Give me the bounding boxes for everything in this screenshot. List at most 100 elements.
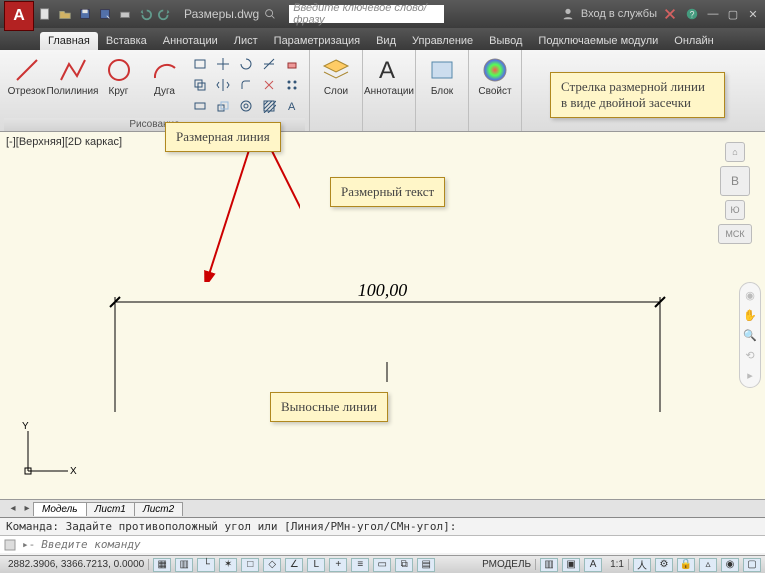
tab-manage[interactable]: Управление [404,32,481,50]
annotation-icon: A [373,54,405,86]
hatch-icon[interactable] [258,96,280,116]
command-input[interactable] [37,538,765,551]
layers-button[interactable]: Слои [314,52,358,99]
stretch-icon[interactable] [189,96,211,116]
tab-home[interactable]: Главная [40,32,98,50]
text-icon[interactable]: A [281,96,303,116]
keyword-search-input[interactable]: Введите ключевое слово/фразу [289,5,444,23]
move-icon[interactable] [212,54,234,74]
qat-saveas-icon[interactable] [96,5,114,23]
tab-scroll-left-icon[interactable]: ◂ [6,502,20,516]
qat-undo-icon[interactable] [136,5,154,23]
annotation-button[interactable]: AАннотации [367,52,411,99]
coords-readout[interactable]: 2882.3906, 3366.7213, 0.0000 [4,559,149,570]
command-handle-icon[interactable] [3,538,17,552]
line-button[interactable]: Отрезок [5,52,49,99]
qat-open-icon[interactable] [56,5,74,23]
sb-polar-icon[interactable]: ✶ [219,558,237,572]
block-button[interactable]: Блок [420,52,464,99]
array-icon[interactable] [281,75,303,95]
sb-lock-icon[interactable]: 🔒 [677,558,695,572]
layout1-tab[interactable]: Лист1 [86,502,135,516]
scale-icon[interactable] [212,96,234,116]
sb-osnap-icon[interactable]: □ [241,558,259,572]
tab-scroll-right-icon[interactable]: ▸ [20,502,34,516]
pan-icon[interactable]: ✋ [742,307,758,323]
ucs-icon[interactable]: X Y [18,421,78,481]
home-icon[interactable]: ⌂ [725,142,745,162]
qat-redo-icon[interactable] [156,5,174,23]
zoom-icon[interactable]: 🔍 [742,327,758,343]
navigation-bar[interactable]: ◉ ✋ 🔍 ⟲ ▸ [739,282,761,388]
close-button[interactable]: ✕ [745,7,761,21]
svg-text:A: A [288,101,296,113]
drawing-canvas[interactable]: [-][Верхняя][2D каркас] 100,00 X Y ⌂ В Ю… [0,132,765,499]
sb-scale[interactable]: 1:1 [606,559,629,570]
sb-isolate-icon[interactable]: ◉ [721,558,739,572]
tab-view[interactable]: Вид [368,32,404,50]
sb-hardware-icon[interactable]: ▵ [699,558,717,572]
line-icon [11,54,43,86]
erase-icon[interactable] [281,54,303,74]
sb-ortho-icon[interactable]: └ [197,558,215,572]
signin-icon[interactable] [559,5,577,23]
qat-plot-icon[interactable] [116,5,134,23]
tab-output[interactable]: Вывод [481,32,530,50]
sb-3dosnap-icon[interactable]: ◇ [263,558,281,572]
sb-modelspace[interactable]: РМОДЕЛЬ [478,559,536,570]
signin-link[interactable]: Вход в службы [581,8,657,20]
fillet-icon[interactable] [235,75,257,95]
app-logo[interactable]: A [4,1,34,31]
qat-new-icon[interactable] [36,5,54,23]
showmotion-icon[interactable]: ▸ [742,367,758,383]
sb-sc-icon[interactable]: ▤ [417,558,435,572]
fullnav-icon[interactable]: ◉ [742,287,758,303]
viewport-label[interactable]: [-][Верхняя][2D каркас] [6,136,122,148]
circle-icon [103,54,135,86]
sb-ws-icon[interactable]: ⚙ [655,558,673,572]
exchange-icon[interactable] [661,5,679,23]
tab-layout[interactable]: Лист [226,32,266,50]
tab-parametric[interactable]: Параметризация [266,32,368,50]
tab-insert[interactable]: Вставка [98,32,155,50]
sb-layout-icon[interactable]: ▥ [540,558,558,572]
orbit-icon[interactable]: ⟲ [742,347,758,363]
sb-snap-icon[interactable]: ▦ [153,558,171,572]
sb-otrack-icon[interactable]: ∠ [285,558,303,572]
sb-grid-icon[interactable]: ▥ [175,558,193,572]
help-icon[interactable]: ? [683,5,701,23]
sb-clean-icon[interactable]: ▢ [743,558,761,572]
sb-ducs-icon[interactable]: L [307,558,325,572]
sb-dyn-icon[interactable]: + [329,558,347,572]
viewcube[interactable]: ⌂ В Ю МСК [711,142,759,244]
copy-icon[interactable] [189,75,211,95]
rotate-icon[interactable] [235,54,257,74]
trim-icon[interactable] [258,54,280,74]
sb-maximize-icon[interactable]: ▣ [562,558,580,572]
tab-online[interactable]: Онлайн [666,32,721,50]
mirror-icon[interactable] [212,75,234,95]
sb-qp-icon[interactable]: ⧉ [395,558,413,572]
search-icon[interactable] [261,5,279,23]
maximize-button[interactable]: ▢ [725,7,741,21]
layout2-tab[interactable]: Лист2 [134,502,183,516]
arc-button[interactable]: Дуга [143,52,187,99]
offset-icon[interactable] [235,96,257,116]
tab-plugins[interactable]: Подключаемые модули [530,32,666,50]
viewcube-face[interactable]: В [720,166,750,196]
sb-annoscale-icon[interactable]: A [584,558,602,572]
sb-tpy-icon[interactable]: ▭ [373,558,391,572]
sb-lwt-icon[interactable]: ≡ [351,558,369,572]
properties-button[interactable]: Свойст [473,52,517,99]
rectangle-icon[interactable] [189,54,211,74]
explode-icon[interactable] [258,75,280,95]
tab-annotate[interactable]: Аннотации [155,32,226,50]
circle-button[interactable]: Круг [97,52,141,99]
polyline-button[interactable]: Полилиния [51,52,95,99]
qat-save-icon[interactable] [76,5,94,23]
wcs-label[interactable]: МСК [718,224,752,244]
compass[interactable]: Ю [725,200,745,220]
sb-annovis-icon[interactable]: 人 [633,558,651,572]
model-tab[interactable]: Модель [33,502,87,516]
minimize-button[interactable]: — [705,7,721,21]
